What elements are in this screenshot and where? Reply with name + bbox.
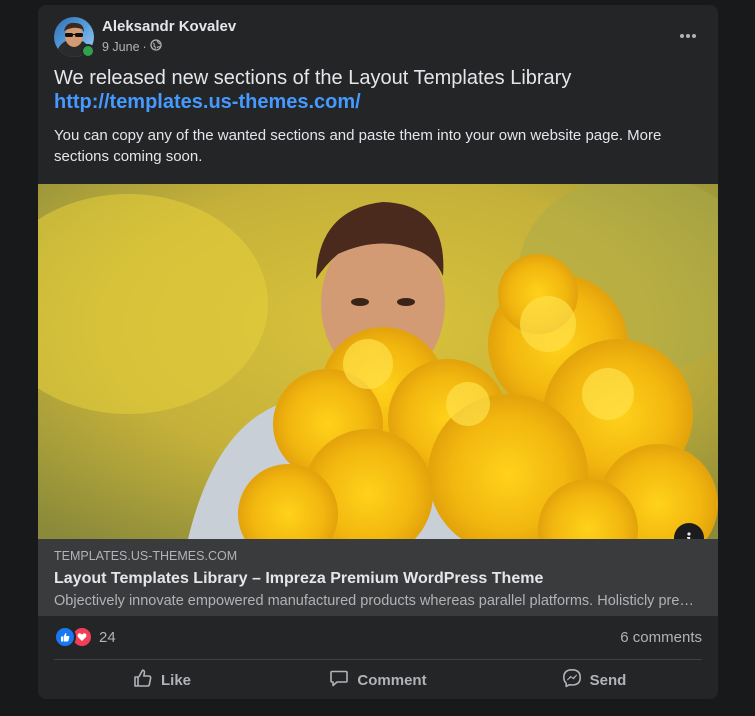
post-headline: We released new sections of the Layout T…	[54, 66, 702, 114]
post-date[interactable]: 9 June	[102, 40, 140, 54]
comments-count[interactable]: 6 comments	[620, 629, 702, 646]
meta-separator: ·	[142, 39, 147, 54]
more-options-button[interactable]	[670, 17, 706, 53]
post-image[interactable]	[38, 184, 718, 539]
headline-text: We released new sections of the Layout T…	[54, 67, 572, 89]
author-avatar-wrapper[interactable]	[54, 17, 95, 58]
more-horizontal-icon	[678, 26, 698, 44]
thumbs-up-icon	[133, 668, 153, 692]
comment-label: Comment	[357, 671, 427, 689]
messenger-icon	[562, 668, 582, 692]
like-reaction-icon	[54, 626, 76, 648]
link-preview-description: Objectively innovate empowered manufactu…	[54, 593, 694, 609]
actions-divider	[54, 659, 702, 660]
post-card: Aleksandr Kovalev 9 June · We released n…	[38, 5, 718, 699]
author-name[interactable]: Aleksandr Kovalev	[102, 18, 236, 35]
reactions-summary[interactable]: 24	[54, 626, 116, 648]
post-meta: 9 June ·	[102, 39, 162, 54]
post-link[interactable]: http://templates.us-themes.com/	[54, 90, 702, 114]
like-button[interactable]: Like	[54, 663, 270, 697]
post-body: You can copy any of the wanted sections …	[54, 127, 662, 165]
link-preview-domain: TEMPLATES.US-THEMES.COM	[54, 549, 238, 563]
like-label: Like	[160, 671, 191, 689]
online-status-dot	[81, 44, 95, 58]
link-preview[interactable]: TEMPLATES.US-THEMES.COM Layout Templates…	[38, 539, 718, 616]
globe-icon	[150, 39, 162, 54]
post-actions: Like Comment Send	[54, 663, 702, 697]
comment-icon	[329, 668, 349, 692]
send-button[interactable]: Send	[486, 663, 702, 697]
send-label: Send	[589, 671, 627, 689]
comment-button[interactable]: Comment	[270, 663, 486, 697]
info-icon	[682, 531, 696, 539]
post-header: Aleksandr Kovalev 9 June ·	[54, 17, 702, 58]
reaction-count[interactable]: 24	[99, 629, 116, 646]
link-preview-title[interactable]: Layout Templates Library – Impreza Premi…	[54, 570, 543, 588]
